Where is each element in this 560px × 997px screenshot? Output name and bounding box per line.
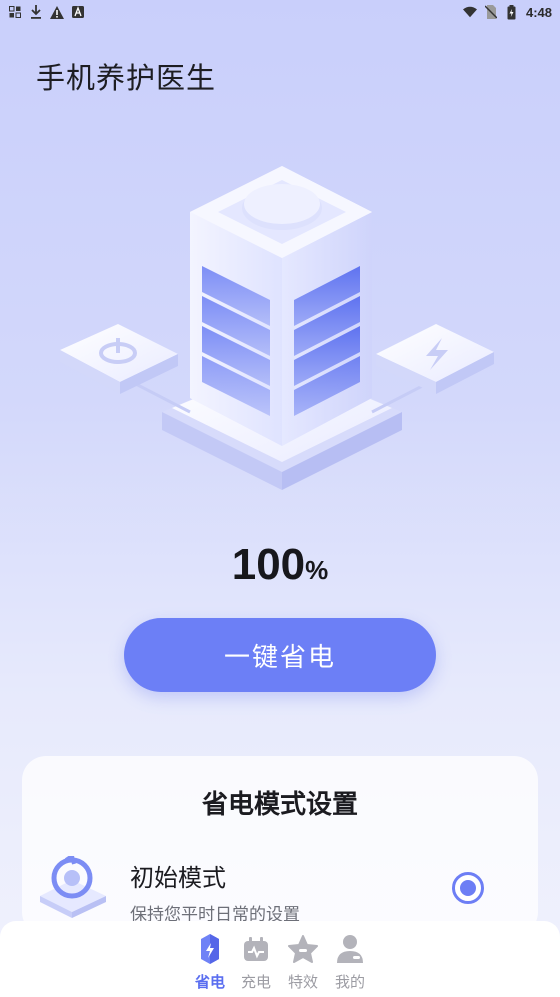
status-left-icons [8,5,85,19]
battery-percentage-unit: % [305,555,329,585]
mode-option-radio[interactable] [452,872,484,904]
charging-icon [241,933,271,965]
battery-percentage-value: 100 [231,540,306,589]
status-bar: 4:48 [0,0,560,24]
power-icon-pad [60,324,178,394]
keyboard-a-icon [71,5,85,19]
nav-item-charging[interactable]: 充电 [233,933,279,995]
notification-grid-icon [8,5,22,19]
battery-icon [505,4,519,19]
effects-star-icon [288,933,318,965]
one-click-save-button[interactable]: 一键省电 [124,618,436,692]
nav-label-charging: 充电 [240,973,271,991]
nav-item-save-power[interactable]: 省电 [187,933,233,995]
initial-mode-icon [38,852,108,918]
mode-option-name: 初始模式 [130,864,226,892]
nav-label-save-power: 省电 [194,973,225,991]
nav-label-effects: 特效 [287,973,318,991]
page-title: 手机养护医生 [36,61,217,95]
mode-settings-card: 省电模式设置 初始模式 保持您平时日常的设置 [22,756,538,936]
status-time: 4:48 [525,4,552,20]
mode-option-initial[interactable]: 初始模式 保持您平时日常的设置 [38,852,522,926]
wifi-icon [462,5,477,19]
mode-settings-title: 省电模式设置 [201,790,358,820]
nav-label-profile: 我的 [334,973,365,991]
no-sim-icon [484,5,498,19]
status-right-icons: 4:48 [462,4,552,20]
nav-item-effects[interactable]: 特效 [280,933,326,995]
battery-percentage: 100% [0,540,560,590]
battery-save-icon [195,933,225,965]
battery-tower-illustration [50,150,510,510]
radio-selected-dot [460,880,476,896]
download-icon [29,5,43,19]
profile-icon [335,933,365,965]
warning-icon [50,5,64,19]
lightning-icon-pad [376,324,494,394]
bottom-nav: 省电 充电 特效 我的 [0,921,560,997]
battery-tower [190,166,372,446]
nav-item-profile[interactable]: 我的 [327,933,373,995]
